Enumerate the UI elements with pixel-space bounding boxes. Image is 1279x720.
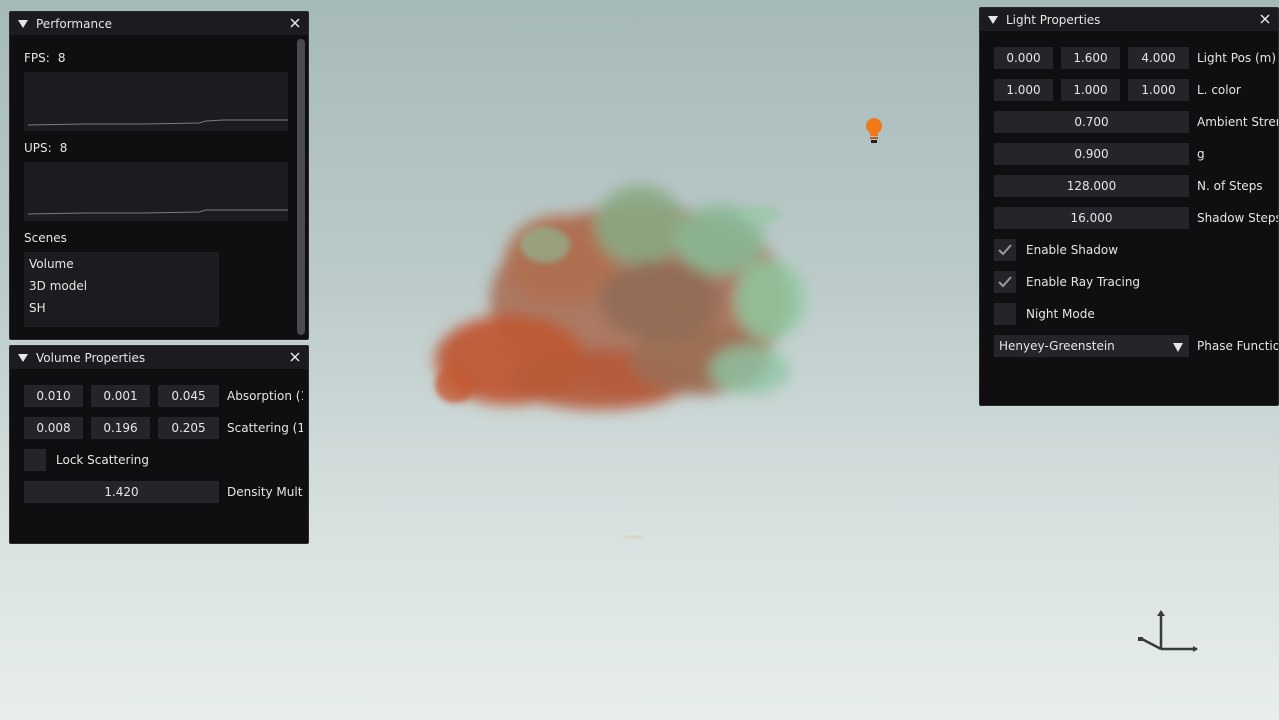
ups-graph: [24, 162, 288, 221]
absorption-r-field[interactable]: 0.010: [24, 385, 83, 407]
scattering-b-field[interactable]: 0.205: [158, 417, 219, 439]
collapse-triangle-icon[interactable]: [16, 17, 30, 31]
night-mode-label: Night Mode: [1026, 307, 1095, 321]
num-steps-field[interactable]: 128.000: [994, 175, 1189, 197]
enable-ray-tracing-checkbox[interactable]: [994, 271, 1016, 293]
chevron-down-icon[interactable]: [1173, 341, 1183, 355]
light-pos-x-field[interactable]: 0.000: [994, 47, 1053, 69]
light-marker-icon[interactable]: [864, 116, 884, 144]
enable-shadow-checkbox[interactable]: [994, 239, 1016, 261]
ambient-strength-label: Ambient Stren: [1197, 115, 1279, 129]
panel-title: Volume Properties: [36, 350, 146, 365]
absorption-g-field[interactable]: 0.001: [91, 385, 150, 407]
density-multiplier-field[interactable]: 1.420: [24, 481, 219, 503]
scrollbar-thumb[interactable]: [297, 39, 305, 335]
close-icon[interactable]: [1258, 12, 1272, 26]
ups-label: UPS:: [24, 141, 52, 155]
shadow-steps-field[interactable]: 16.000: [994, 207, 1189, 229]
axis-gizmo-icon: [1138, 610, 1198, 652]
phase-function-select[interactable]: Henyey-Greenstein: [994, 335, 1189, 357]
volume-titlebar[interactable]: Volume Properties: [10, 346, 308, 369]
light-color-b-field[interactable]: 1.000: [1128, 79, 1189, 101]
ups-value: 8: [59, 141, 68, 155]
fps-value: 8: [57, 51, 66, 65]
density-label: Density Multip: [227, 485, 303, 499]
phase-function-value: Henyey-Greenstein: [999, 339, 1115, 353]
scattering-label: Scattering (1/ı: [227, 421, 303, 435]
enable-shadow-label: Enable Shadow: [1026, 243, 1119, 257]
light-properties-panel: Light Properties 0.000 1.600 4.000 Light…: [979, 7, 1279, 406]
collapse-triangle-icon[interactable]: [986, 13, 1000, 27]
light-pos-label: Light Pos (m): [1197, 51, 1277, 65]
collapse-triangle-icon[interactable]: [16, 351, 30, 365]
performance-titlebar[interactable]: Performance: [10, 12, 308, 35]
absorption-b-field[interactable]: 0.045: [158, 385, 219, 407]
volume-properties-panel: Volume Properties 0.010 0.001 0.045 Abso…: [9, 345, 309, 544]
performance-panel: Performance FPS: 8 UPS: 8 Scenes Volume …: [9, 11, 309, 340]
scene-item-sh[interactable]: SH: [29, 301, 46, 315]
scenes-list: Volume 3D model SH: [24, 252, 219, 327]
close-icon[interactable]: [288, 16, 302, 30]
panel-title: Light Properties: [1006, 12, 1101, 27]
light-pos-z-field[interactable]: 4.000: [1128, 47, 1189, 69]
phase-function-label: Phase Functio: [1197, 339, 1279, 353]
ambient-strength-field[interactable]: 0.700: [994, 111, 1189, 133]
light-pos-y-field[interactable]: 1.600: [1061, 47, 1120, 69]
enable-ray-tracing-label: Enable Ray Tracing: [1026, 275, 1141, 289]
night-mode-checkbox[interactable]: [994, 303, 1016, 325]
checkmark-icon: [998, 244, 1012, 256]
close-icon[interactable]: [288, 350, 302, 364]
scattering-g-field[interactable]: 0.196: [91, 417, 150, 439]
g-label: g: [1197, 147, 1205, 161]
absorption-label: Absorption (1/: [227, 389, 303, 403]
light-color-label: L. color: [1197, 83, 1241, 97]
scene-item-3d-model[interactable]: 3D model: [29, 279, 87, 293]
lock-scattering-checkbox[interactable]: [24, 449, 46, 471]
g-field[interactable]: 0.900: [994, 143, 1189, 165]
fps-label: FPS:: [24, 51, 50, 65]
lock-scattering-label: Lock Scattering: [56, 453, 150, 467]
light-color-g-field[interactable]: 1.000: [1061, 79, 1120, 101]
performance-scrollbar[interactable]: [295, 37, 307, 337]
panel-title: Performance: [36, 16, 113, 31]
fps-graph: [24, 72, 288, 131]
scattering-r-field[interactable]: 0.008: [24, 417, 83, 439]
checkmark-icon: [998, 276, 1012, 288]
num-steps-label: N. of Steps: [1197, 179, 1263, 193]
shadow-steps-label: Shadow Steps: [1197, 211, 1279, 225]
light-color-r-field[interactable]: 1.000: [994, 79, 1053, 101]
light-titlebar[interactable]: Light Properties: [980, 8, 1278, 31]
scene-item-volume[interactable]: Volume: [29, 257, 74, 271]
scenes-label: Scenes: [24, 231, 67, 245]
